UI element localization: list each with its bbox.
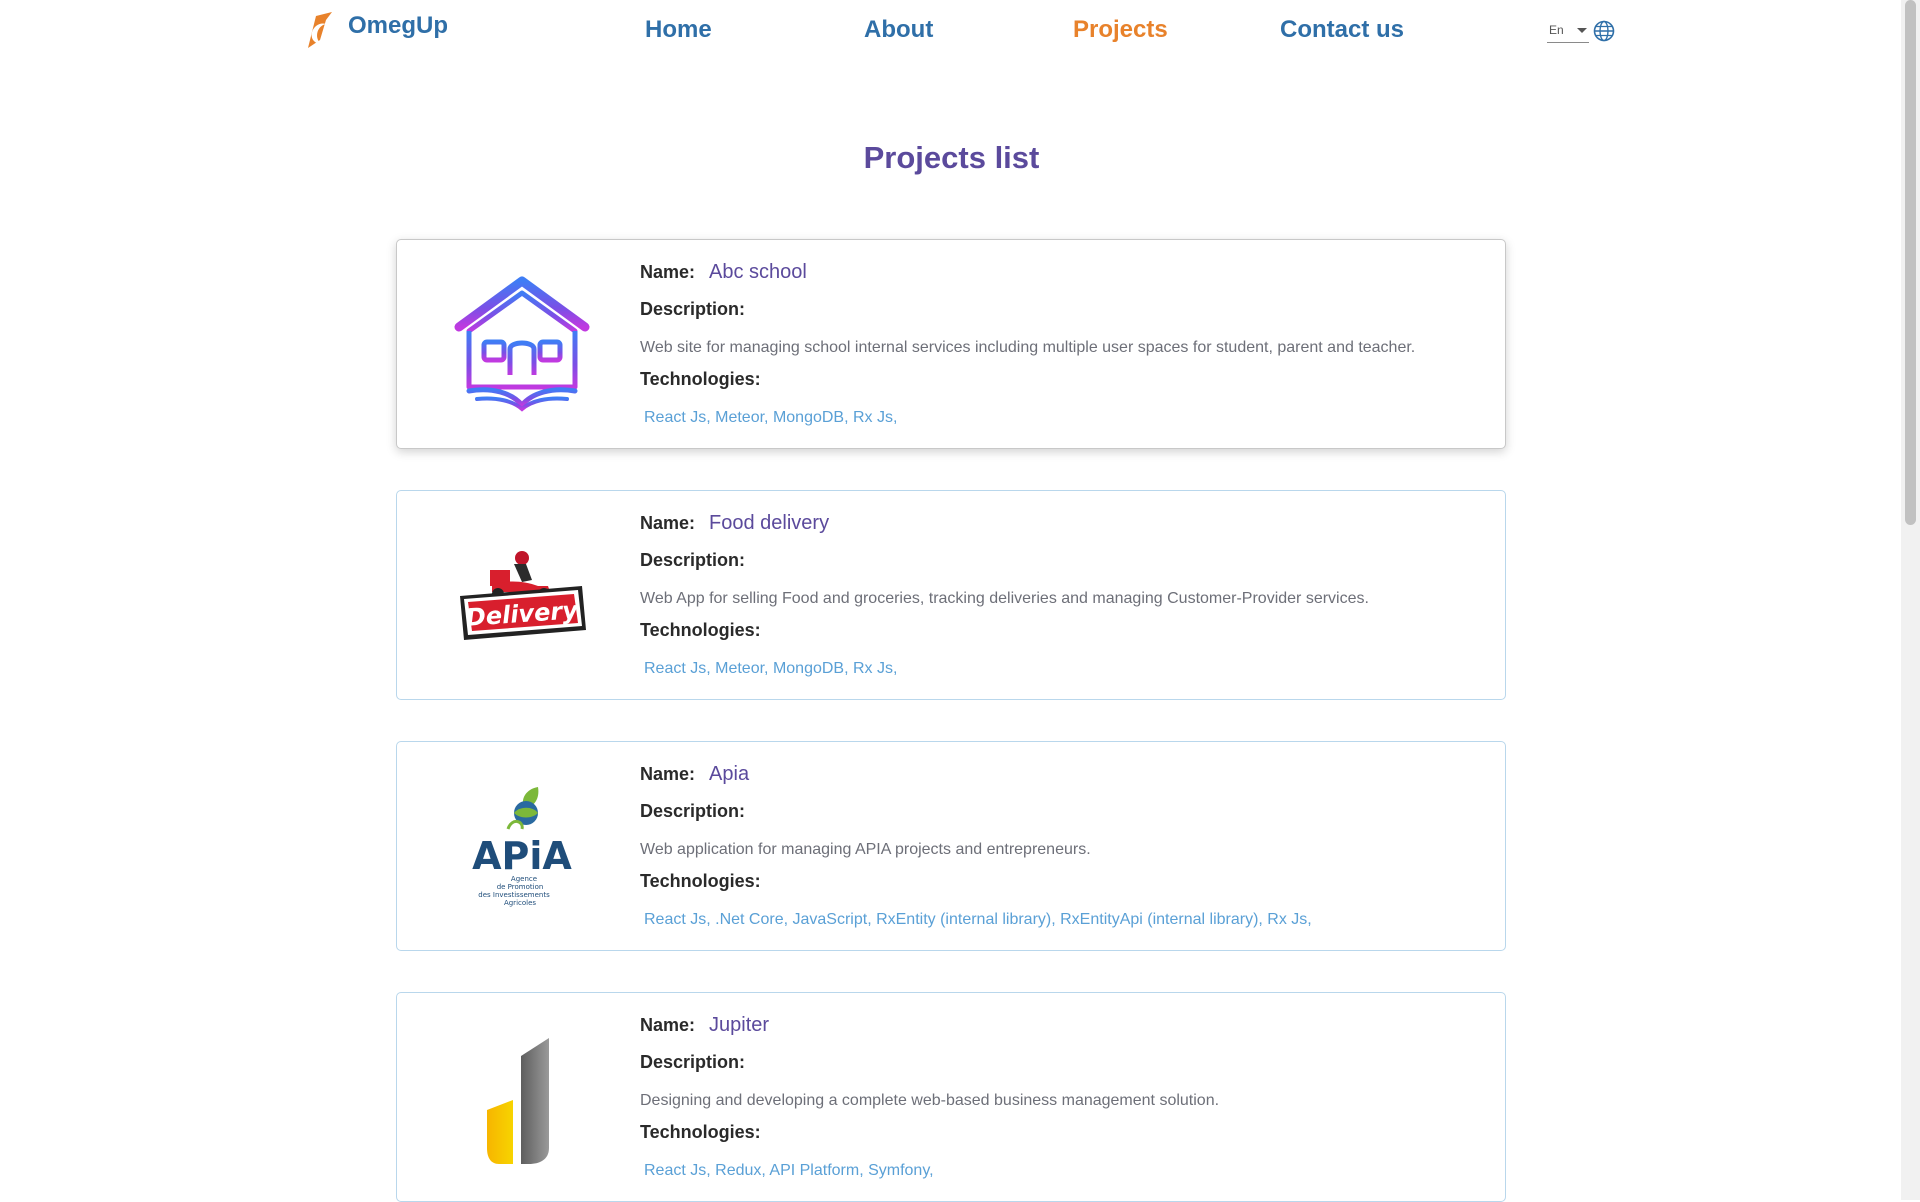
- project-name-row: Name: Jupiter: [640, 1014, 769, 1037]
- project-name-row: Name: Apia: [640, 763, 749, 786]
- scrollbar-thumb[interactable]: [1905, 0, 1916, 525]
- project-description: Web application for managing APIA projec…: [640, 841, 1091, 858]
- project-description: Designing and developing a complete web-…: [640, 1092, 1220, 1109]
- school-house-book-logo: [454, 276, 590, 412]
- name-label: Name:: [640, 513, 696, 533]
- language-value: En: [1549, 23, 1564, 37]
- nav-contact-link[interactable]: Contact us: [1280, 16, 1404, 44]
- jupiter-j-logo: [487, 1038, 549, 1164]
- nav-projects-link[interactable]: Projects: [1073, 16, 1168, 44]
- project-logo-apia: APiA Agence de Promotion des Investissem…: [447, 772, 597, 922]
- globe-icon[interactable]: [1593, 20, 1615, 42]
- project-name-row: Name: Abc school: [640, 261, 807, 284]
- project-name: Apia: [709, 763, 750, 785]
- name-label: Name:: [640, 1015, 696, 1035]
- name-label: Name:: [640, 764, 696, 784]
- project-logo-jupiter: [447, 1023, 597, 1173]
- technologies-label: Technologies:: [640, 1122, 761, 1142]
- project-name-row: Name: Food delivery: [640, 512, 829, 535]
- vertical-scrollbar[interactable]: [1901, 0, 1920, 1200]
- apia-logo-subtext-3: des Investissements: [478, 891, 550, 899]
- nav-about-link[interactable]: About: [864, 16, 933, 44]
- project-logo-delivery: Delivery: [447, 521, 597, 671]
- project-technologies: React Js, Meteor, MongoDB, Rx Js,: [644, 409, 898, 426]
- brand-name: OmegUp: [348, 12, 449, 39]
- brand[interactable]: OmegUp: [302, 10, 448, 50]
- description-label: Description:: [640, 801, 746, 821]
- chevron-down-icon: [1577, 27, 1587, 33]
- apia-logo-subtext-4: Agricoles: [504, 899, 536, 907]
- project-description: Web App for selling Food and groceries, …: [640, 590, 1369, 607]
- project-technologies: React Js, .Net Core, JavaScript, RxEntit…: [644, 911, 1312, 928]
- project-name: Jupiter: [709, 1014, 770, 1036]
- delivery-scooter-logo: Delivery: [460, 551, 586, 640]
- project-card[interactable]: Name: Jupiter Description: Designing and…: [396, 992, 1506, 1202]
- project-description: Web site for managing school internal se…: [640, 339, 1416, 356]
- technologies-label: Technologies:: [640, 620, 761, 640]
- name-label: Name:: [640, 262, 696, 282]
- apia-agency-logo: APiA Agence de Promotion des Investissem…: [472, 787, 572, 907]
- apia-logo-subtext-1: Agence: [511, 875, 537, 883]
- project-name: Abc school: [709, 261, 807, 283]
- omegup-flame-logo-icon: [308, 12, 332, 48]
- project-technologies: React Js, Meteor, MongoDB, Rx Js,: [644, 660, 898, 677]
- project-card[interactable]: Delivery Name: Food delivery Description…: [396, 490, 1506, 700]
- project-logo-school: [447, 270, 597, 420]
- description-label: Description:: [640, 550, 746, 570]
- apia-logo-text: APiA: [472, 834, 572, 878]
- technologies-label: Technologies:: [640, 871, 761, 891]
- project-card[interactable]: APiA Agence de Promotion des Investissem…: [396, 741, 1506, 951]
- language-select[interactable]: En: [1547, 18, 1589, 43]
- nav-home-link[interactable]: Home: [645, 16, 712, 44]
- project-technologies: React Js, Redux, API Platform, Symfony,: [644, 1162, 934, 1179]
- project-name: Food delivery: [709, 512, 830, 534]
- project-card[interactable]: Name: Abc school Description: Web site f…: [396, 239, 1506, 449]
- description-label: Description:: [640, 1052, 746, 1072]
- technologies-label: Technologies:: [640, 369, 761, 389]
- page-title: Projects list: [863, 140, 1040, 175]
- apia-logo-subtext-2: de Promotion: [497, 883, 544, 891]
- description-label: Description:: [640, 299, 746, 319]
- language-switcher: En: [1547, 18, 1615, 43]
- top-navbar: OmegUp Home About Projects Contact us En: [0, 0, 1900, 64]
